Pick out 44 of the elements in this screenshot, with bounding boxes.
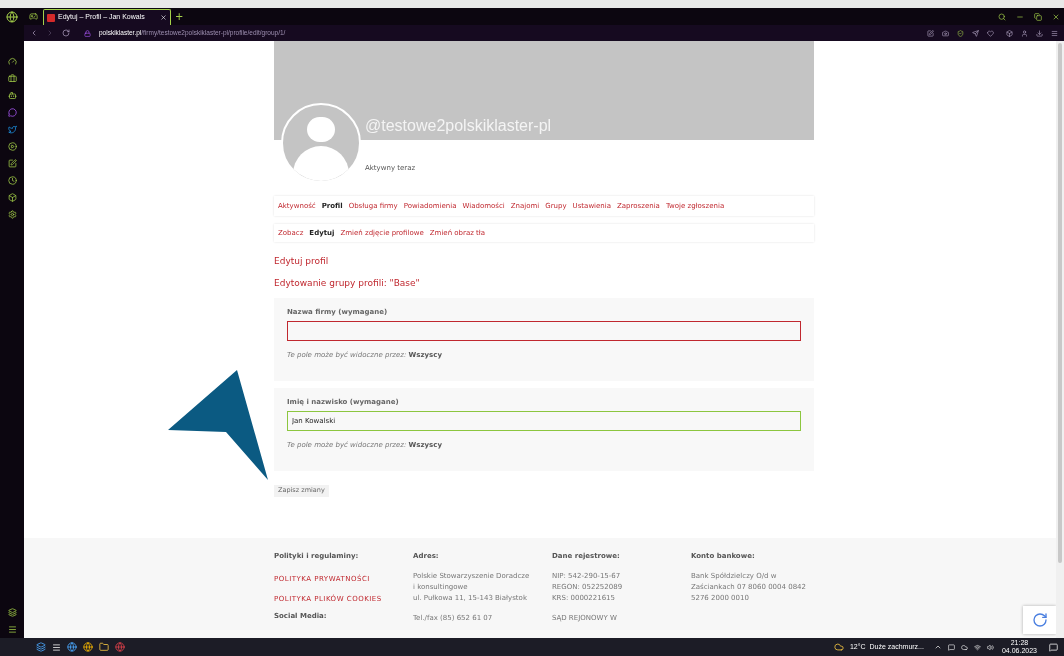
send-icon[interactable] (972, 29, 979, 37)
gamepad-icon[interactable] (29, 12, 38, 21)
speed-dial-icon[interactable] (7, 57, 17, 66)
recaptcha-icon (1031, 612, 1048, 628)
briefcase-icon[interactable] (7, 74, 17, 83)
user-icon[interactable] (1021, 29, 1028, 37)
history-icon[interactable] (7, 176, 17, 185)
new-tab-button[interactable]: + (175, 12, 184, 22)
edit-icon[interactable] (927, 29, 934, 37)
favicon-icon (47, 13, 55, 22)
page-title: Edytuj profil (274, 255, 329, 267)
reload-icon[interactable] (62, 29, 70, 37)
player-icon[interactable] (7, 142, 17, 151)
close-tab-icon[interactable] (160, 14, 167, 21)
heart-icon[interactable] (987, 29, 994, 37)
text-field[interactable] (287, 321, 801, 341)
back-icon[interactable] (30, 29, 38, 37)
box-icon[interactable] (7, 193, 17, 202)
search-icon[interactable] (998, 13, 1006, 21)
close-icon[interactable] (1052, 13, 1060, 21)
volume-icon[interactable] (986, 643, 994, 651)
task-view-icon[interactable] (52, 642, 61, 652)
camera-icon[interactable] (942, 29, 949, 37)
tray-chevron-icon[interactable] (933, 643, 942, 651)
start-icon[interactable] (36, 642, 46, 652)
menu-icon[interactable] (1051, 29, 1058, 37)
browser-icon[interactable] (67, 642, 77, 652)
folder-icon[interactable] (99, 642, 109, 652)
menu-icon[interactable] (7, 625, 17, 634)
lock-icon (84, 29, 91, 37)
restore-icon[interactable] (1034, 13, 1042, 21)
notifications-icon[interactable] (1049, 642, 1058, 652)
box-icon[interactable] (1006, 29, 1013, 37)
weather-icon (833, 642, 844, 652)
bot-icon[interactable] (7, 91, 17, 100)
download-icon[interactable] (1036, 29, 1043, 37)
cloud-icon[interactable] (960, 643, 968, 651)
network-icon[interactable] (973, 643, 981, 651)
edit-icon[interactable] (7, 159, 17, 168)
group-title: Edytowanie grupy profili: "Base" (274, 277, 420, 289)
panels-icon[interactable] (7, 608, 17, 617)
shield-icon[interactable] (957, 29, 964, 37)
settings-icon[interactable] (7, 210, 17, 219)
browser-logo-icon[interactable] (6, 11, 18, 23)
